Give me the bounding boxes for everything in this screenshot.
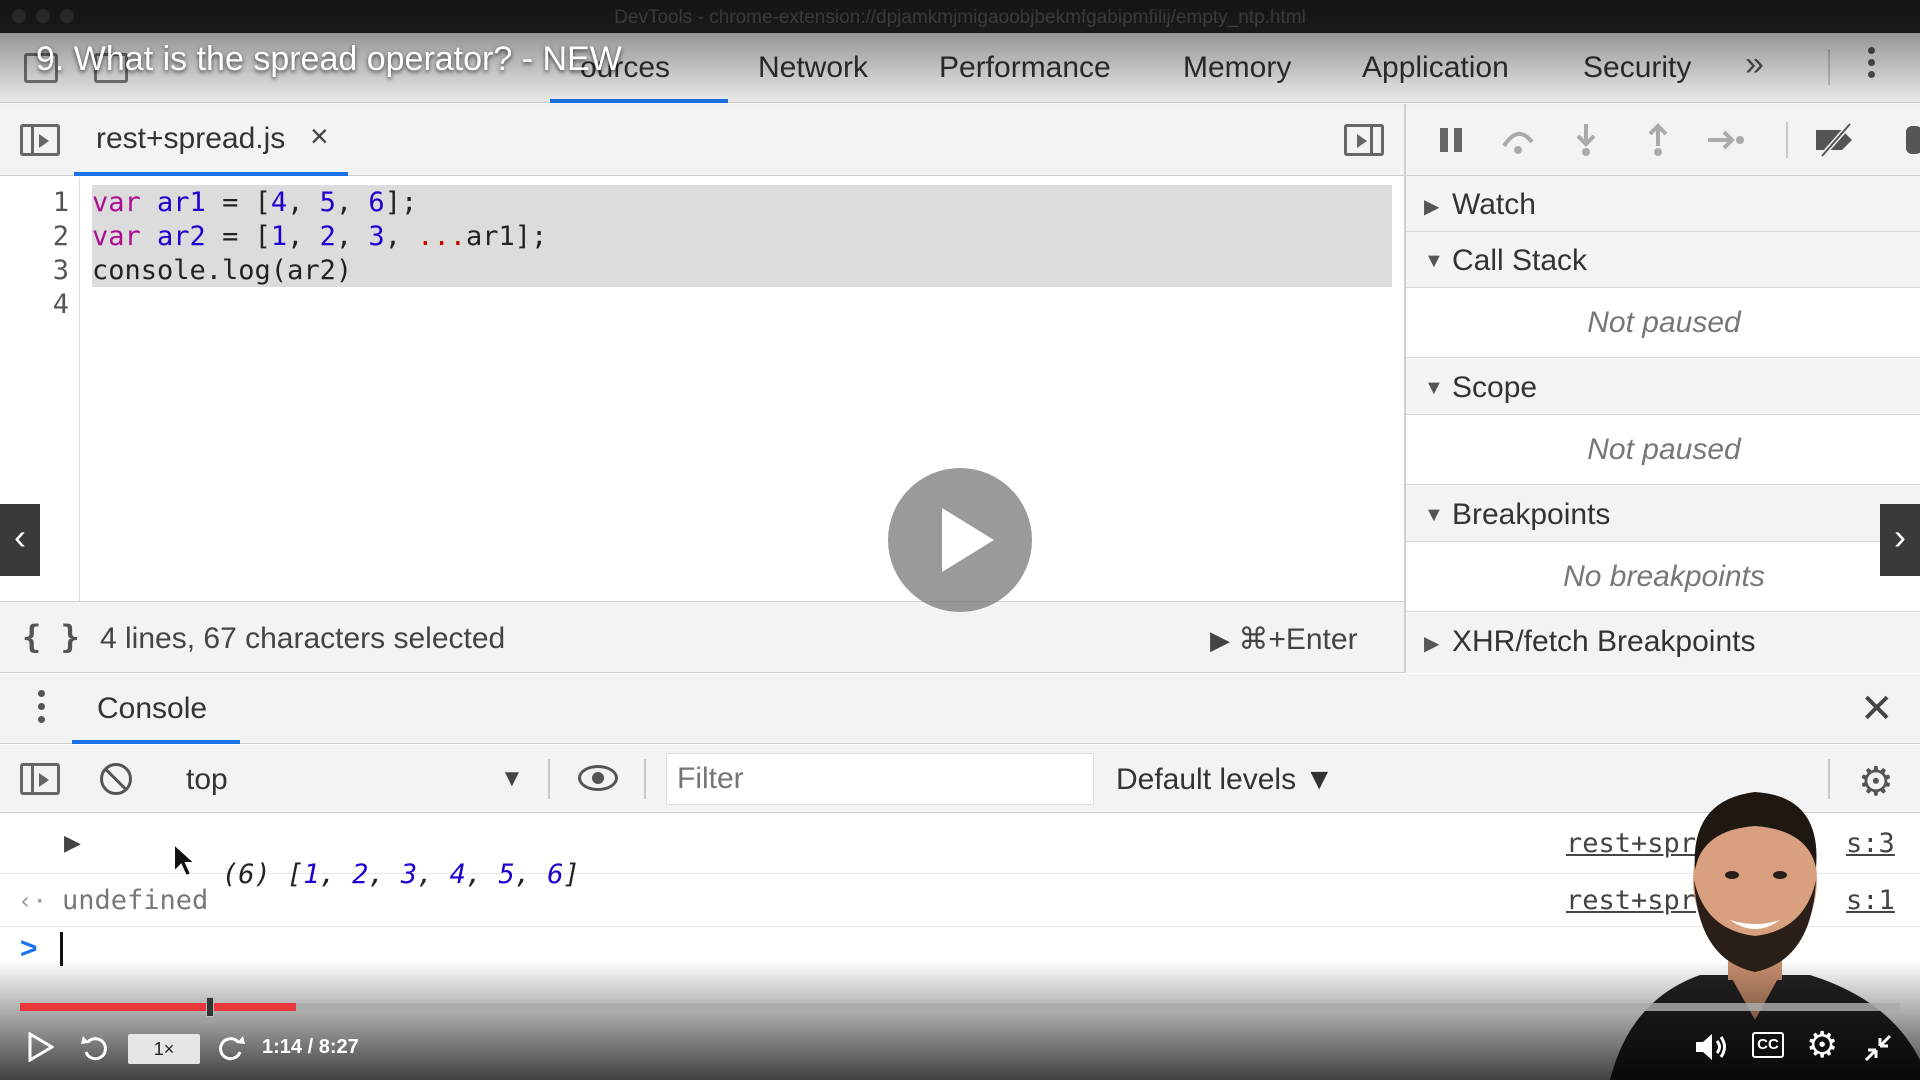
expand-arrow-icon: ▶ (1424, 633, 1440, 655)
more-tabs-icon[interactable]: » (1745, 45, 1764, 84)
xhr-breakpoints-section[interactable]: ▶ XHR/fetch Breakpoints (1406, 613, 1920, 673)
not-paused-message: Not paused (1587, 433, 1741, 466)
debugger-toolbar (1406, 104, 1920, 176)
drawer-menu-icon[interactable] (38, 690, 46, 729)
forward-icon[interactable] (214, 1032, 246, 1064)
active-file-indicator (74, 172, 348, 176)
exit-fullscreen-icon[interactable] (1862, 1032, 1894, 1064)
customize-menu-icon[interactable] (1866, 47, 1876, 87)
tab-application[interactable]: Application (1362, 51, 1509, 85)
code-line-2[interactable]: var ar2 = [1, 2, 3, ...ar1]; (92, 221, 547, 252)
code-editor[interactable]: 1 2 3 4 var ar1 = [4, 5, 6]; var ar2 = [… (0, 177, 1404, 601)
rewind-icon[interactable] (80, 1032, 112, 1064)
collapse-arrow-icon: ▼ (1424, 250, 1444, 272)
toggle-navigator-icon[interactable] (20, 124, 60, 156)
no-breakpoints-message: No breakpoints (1563, 560, 1765, 593)
chevron-down-icon[interactable]: ▼ (500, 765, 524, 793)
watch-section[interactable]: ▶ Watch (1406, 176, 1920, 232)
collapse-arrow-icon: ▼ (1424, 377, 1444, 399)
tab-network[interactable]: Network (758, 51, 868, 85)
play-icon[interactable] (26, 1032, 54, 1062)
window-title: DevTools - chrome-extension://dpjamkmjmi… (614, 7, 1306, 28)
divider (1828, 49, 1830, 85)
run-snippet-button[interactable]: ▶ ⌘+Enter (1210, 622, 1358, 657)
video-control-bar: 1× 1:14 / 8:27 CC ⚙ (0, 1020, 1920, 1080)
selection-status: 4 lines, 67 characters selected (100, 622, 506, 655)
progress-bar[interactable] (20, 997, 1900, 1017)
not-paused-message: Not paused (1587, 306, 1741, 339)
play-icon: ▶ (1210, 625, 1230, 655)
code-line-3[interactable]: console.log(ar2) (92, 255, 352, 286)
progress-scrubber-handle[interactable] (205, 997, 214, 1017)
scope-section[interactable]: ▼ Scope (1406, 359, 1920, 415)
clear-console-icon[interactable] (100, 763, 132, 795)
pause-on-exceptions-icon[interactable] (1892, 122, 1920, 158)
tab-memory[interactable]: Memory (1183, 51, 1291, 85)
file-tab-rest-spread[interactable]: rest+spread.js (96, 122, 285, 156)
expand-arrow-icon: ▶ (1424, 196, 1440, 218)
step-over-icon[interactable] (1498, 122, 1538, 158)
drawer-tab-strip: Console ✕ (0, 674, 1920, 744)
playback-speed-button[interactable]: 1× (128, 1034, 200, 1064)
return-value: undefined (62, 885, 209, 916)
active-drawer-tab-indicator (72, 740, 240, 744)
call-stack-body: Not paused (1406, 288, 1920, 358)
breakpoints-section[interactable]: ▼ Breakpoints (1406, 486, 1920, 542)
video-title: 9. What is the spread operator? - NEW (36, 40, 622, 78)
step-out-icon[interactable] (1638, 122, 1678, 158)
active-tab-indicator (550, 99, 728, 103)
section-label: Watch (1452, 188, 1536, 221)
editor-status-bar: { } 4 lines, 67 characters selected ▶ ⌘+… (0, 601, 1404, 673)
run-shortcut: ⌘+Enter (1238, 623, 1358, 656)
divider (644, 759, 646, 799)
console-filter-input[interactable] (666, 753, 1094, 805)
divider (1786, 122, 1788, 158)
pretty-print-icon[interactable]: { } (22, 618, 80, 656)
tab-console-drawer[interactable]: Console (97, 692, 207, 726)
line-number[interactable]: 3 (53, 255, 69, 286)
collapse-arrow-icon: ▼ (1424, 504, 1444, 526)
code-line-1[interactable]: var ar1 = [4, 5, 6]; (92, 187, 417, 218)
scope-body: Not paused (1406, 415, 1920, 485)
progress-played (20, 1003, 210, 1011)
video-player[interactable]: DevTools - chrome-extension://dpjamkmjmi… (0, 0, 1920, 1080)
log-levels-dropdown[interactable]: Default levels ▼ (1116, 763, 1334, 797)
closed-captions-button[interactable]: CC (1752, 1032, 1784, 1058)
section-label: XHR/fetch Breakpoints (1452, 625, 1756, 658)
step-icon[interactable] (1706, 122, 1746, 158)
previous-lecture-icon[interactable]: ‹ (0, 504, 40, 576)
close-drawer-icon[interactable]: ✕ (1860, 686, 1894, 732)
section-label: Call Stack (1452, 244, 1588, 277)
divider (548, 759, 550, 799)
step-into-icon[interactable] (1566, 122, 1606, 158)
breakpoints-body: No breakpoints (1406, 542, 1920, 612)
live-expression-eye-icon[interactable] (578, 765, 618, 791)
tab-performance[interactable]: Performance (939, 51, 1111, 85)
mouse-pointer-icon (173, 842, 198, 878)
editor-tab-strip: rest+spread.js × (0, 104, 1404, 176)
context-selector[interactable]: top (186, 763, 228, 797)
section-label: Scope (1452, 371, 1538, 404)
result-arrow-icon: ‹· (18, 887, 47, 915)
big-play-button[interactable] (888, 468, 1032, 612)
call-stack-section[interactable]: ▼ Call Stack (1406, 232, 1920, 288)
line-number[interactable]: 1 (53, 187, 69, 218)
pause-icon[interactable] (1432, 122, 1472, 158)
volume-icon[interactable] (1694, 1032, 1728, 1062)
time-display: 1:14 / 8:27 (262, 1036, 359, 1058)
line-number[interactable]: 4 (53, 289, 69, 320)
section-label: Breakpoints (1452, 498, 1611, 531)
settings-gear-icon[interactable]: ⚙ (1806, 1024, 1838, 1066)
console-sidebar-icon[interactable] (20, 763, 60, 795)
toggle-debugger-icon[interactable] (1344, 124, 1384, 156)
tab-security[interactable]: Security (1583, 51, 1691, 85)
debugger-sidebar: ▶ Watch ▼ Call Stack Not paused ▼ Scope … (1404, 104, 1920, 673)
window-title-bar: DevTools - chrome-extension://dpjamkmjmi… (0, 0, 1920, 33)
line-number[interactable]: 2 (53, 221, 69, 252)
deactivate-breakpoints-icon[interactable] (1812, 122, 1860, 158)
next-lecture-icon[interactable]: › (1880, 504, 1920, 576)
close-icon[interactable]: × (310, 118, 329, 155)
expand-arrow-icon[interactable]: ▶ (64, 830, 81, 856)
